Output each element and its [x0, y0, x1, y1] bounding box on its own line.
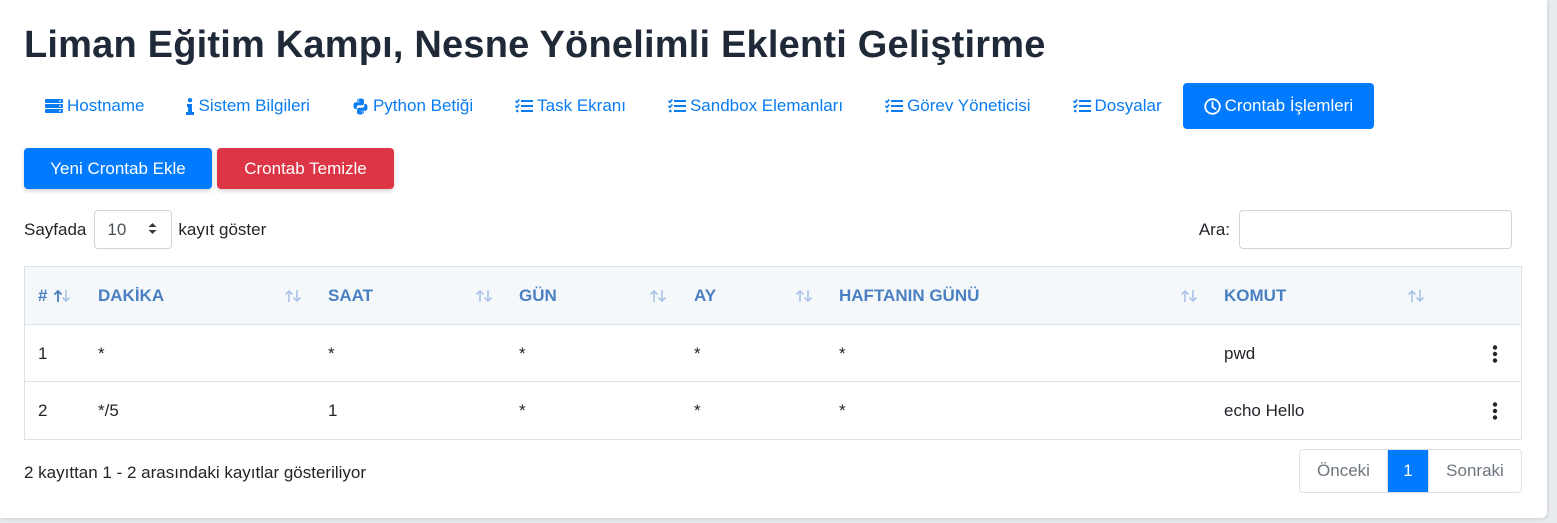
tasks-icon [515, 99, 534, 113]
tab-label: Sandbox Elemanları [689, 96, 844, 115]
tab-gorev-yoneticisi[interactable]: Görev Yöneticisi [864, 83, 1051, 129]
tab-crontab-islemleri[interactable]: Crontab İşlemleri [1182, 83, 1375, 129]
tasks-icon [1072, 99, 1091, 113]
sort-icon[interactable] [1180, 267, 1200, 325]
sort-icon[interactable] [284, 267, 304, 325]
pagination-next[interactable]: Sonraki [1428, 450, 1521, 492]
table-row[interactable]: 2 */5 1 * * * echo Hello [25, 382, 1521, 439]
cell-gun: * [519, 343, 526, 363]
cell-dakika: * [98, 343, 105, 363]
sort-icon[interactable] [1407, 267, 1427, 325]
pagination-previous[interactable]: Önceki [1300, 450, 1388, 492]
row-menu-icon[interactable] [1487, 325, 1503, 382]
cell-dakika: */5 [98, 400, 119, 420]
tab-dosyalar[interactable]: Dosyalar [1052, 83, 1183, 129]
tab-label: Sistem Bilgileri [198, 96, 310, 115]
pagination: Önceki 1 Sonraki [1299, 449, 1522, 493]
tab-label: Python Betiği [372, 96, 474, 115]
clock-icon [1203, 97, 1221, 115]
column-header-index[interactable]: # [38, 267, 47, 325]
page-length-control: Sayfada 10 kayıt göster [24, 210, 266, 249]
search-label: Ara: [1198, 219, 1230, 239]
tab-task-ekrani[interactable]: Task Ekranı [494, 83, 647, 129]
content-card: Liman Eğitim Kampı, Nesne Yönelimli Ekle… [0, 0, 1547, 518]
cell-gun: * [519, 400, 526, 420]
cell-ay: * [694, 343, 701, 363]
tab-label: Dosyalar [1094, 96, 1162, 115]
tab-python-betigi[interactable]: Python Betiği [331, 83, 494, 129]
tab-label: Crontab İşlemleri [1224, 96, 1354, 115]
pagination-page-current[interactable]: 1 [1388, 450, 1428, 492]
cell-saat: * [328, 343, 335, 363]
page-length-prefix: Sayfada [24, 219, 87, 239]
page-length-value: 10 [107, 219, 127, 239]
row-menu-icon[interactable] [1487, 382, 1503, 439]
column-header-gun[interactable]: GÜN [519, 267, 557, 325]
crontab-table: # DAKİKA SAAT GÜN AY HAFTANIN GÜNÜ KOMUT… [24, 266, 1522, 440]
cell-haftanin-gunu: * [839, 400, 846, 420]
info-icon [186, 97, 195, 115]
sort-icon[interactable] [475, 267, 495, 325]
cell-haftanin-gunu: * [839, 343, 846, 363]
sort-icon[interactable] [649, 267, 669, 325]
tab-sistem-bilgileri[interactable]: Sistem Bilgileri [165, 83, 330, 129]
tab-bar: Hostname Sistem Bilgileri Python Betiği … [24, 83, 1375, 129]
cell-index: 2 [38, 400, 48, 420]
page-length-select[interactable]: 10 [94, 210, 173, 249]
search-input[interactable] [1239, 210, 1512, 249]
column-header-komut[interactable]: KOMUT [1224, 267, 1286, 325]
clear-crontab-button[interactable]: Crontab Temizle [217, 148, 394, 189]
column-header-saat[interactable]: SAAT [328, 267, 373, 325]
cell-saat: 1 [328, 400, 338, 420]
tasks-icon [667, 99, 686, 113]
page-length-suffix: kayıt göster [178, 219, 267, 239]
page-title: Liman Eğitim Kampı, Nesne Yönelimli Ekle… [24, 24, 1046, 66]
sort-asc-icon[interactable] [53, 267, 73, 325]
tab-label: Görev Yöneticisi [907, 96, 1031, 115]
tab-label: Task Ekranı [537, 96, 626, 115]
tab-sandbox-elemanlari[interactable]: Sandbox Elemanları [647, 83, 864, 129]
cell-komut: echo Hello [1224, 400, 1305, 420]
select-arrows-icon [148, 220, 157, 240]
cell-ay: * [694, 400, 701, 420]
column-header-dakika[interactable]: DAKİKA [98, 267, 164, 325]
sort-icon[interactable] [795, 267, 815, 325]
tasks-icon [885, 99, 904, 113]
search-control: Ara: [1199, 210, 1512, 249]
tab-label: Hostname [67, 96, 145, 115]
cell-index: 1 [38, 343, 48, 363]
table-row[interactable]: 1 * * * * * pwd [25, 325, 1521, 382]
table-header: # DAKİKA SAAT GÜN AY HAFTANIN GÜNÜ KOMUT [25, 267, 1521, 325]
add-crontab-button[interactable]: Yeni Crontab Ekle [24, 148, 212, 189]
server-icon [45, 99, 63, 113]
cell-komut: pwd [1224, 343, 1256, 363]
tab-hostname[interactable]: Hostname [24, 83, 165, 129]
column-header-ay[interactable]: AY [694, 267, 716, 325]
table-info: 2 kayıttan 1 - 2 arasındaki kayıtlar gös… [24, 463, 367, 482]
python-icon [352, 98, 369, 115]
column-header-haftanin-gunu[interactable]: HAFTANIN GÜNÜ [839, 267, 979, 325]
